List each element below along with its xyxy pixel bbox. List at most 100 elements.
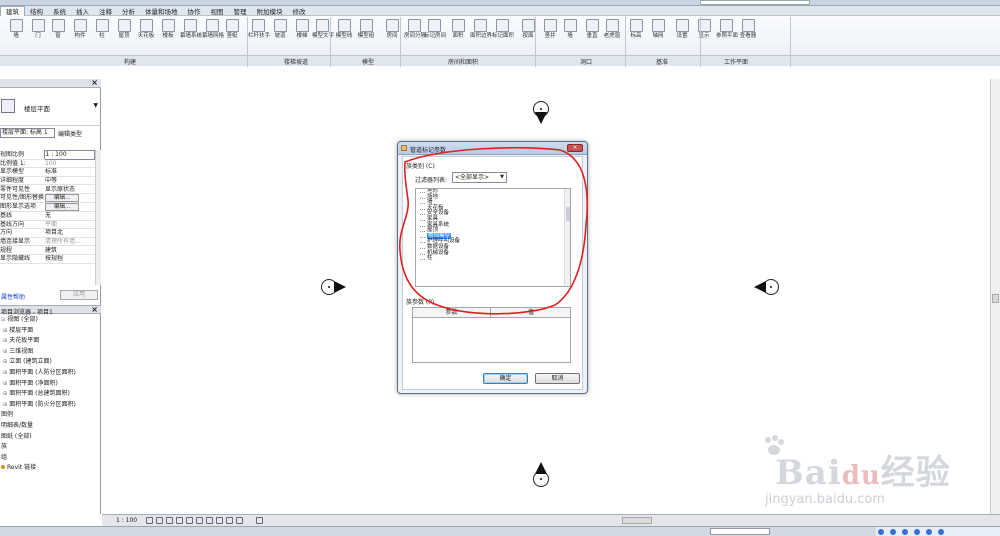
ribbon-button-21[interactable]: 面积边界 xyxy=(470,19,492,39)
filter-dropdown[interactable]: <全部显示> ▼ xyxy=(452,172,507,183)
scroll-thumb[interactable] xyxy=(992,294,999,303)
ribbon-button-29[interactable]: 轴网 xyxy=(648,19,668,39)
ribbon-button-25[interactable]: 墙 xyxy=(560,19,580,39)
ribbon-button-11[interactable]: 栏杆扶手 xyxy=(248,19,270,39)
browser-item[interactable]: 组 xyxy=(0,453,101,464)
vertical-scrollbar[interactable] xyxy=(990,79,1000,514)
browser-item[interactable]: ⊞ 三维视图 xyxy=(0,347,101,358)
properties-help-link[interactable]: 属性帮助 xyxy=(1,292,25,301)
ribbon-button-33[interactable]: 查看器 xyxy=(738,19,758,39)
cancel-button[interactable]: 取消 xyxy=(535,373,580,384)
worksharing-icon[interactable] xyxy=(256,517,263,524)
ribbon-button-27[interactable]: 老虎窗 xyxy=(602,19,622,39)
ribbon-button-20[interactable]: 面积 xyxy=(448,19,468,39)
ribbon-button-24[interactable]: 竖井 xyxy=(540,19,560,39)
sun-path-icon[interactable] xyxy=(166,517,173,524)
info-center-search[interactable] xyxy=(700,0,810,5)
expand-toggle-icon[interactable]: ⊞ xyxy=(3,370,7,376)
ribbon-button-22[interactable]: 标记面积 xyxy=(492,19,514,39)
tray-icon[interactable] xyxy=(890,529,896,535)
property-value[interactable]: 1 : 100 xyxy=(43,150,96,160)
property-value[interactable]: 无 xyxy=(44,211,95,221)
browser-item[interactable]: ⊞ 面积平面 (人防分区面积) xyxy=(0,368,101,379)
analytical-model-icon[interactable] xyxy=(236,517,243,524)
property-value[interactable]: 标准 xyxy=(44,167,95,177)
property-edit-button[interactable]: 编辑... xyxy=(45,202,80,211)
ribbon-button-26[interactable]: 垂直 xyxy=(582,19,602,39)
browser-item[interactable]: ⊞ 面积平面 (防火分区面积) xyxy=(0,400,101,411)
category-list[interactable]: 地形 场地墙天花板 安全设备 家具 家具系统 屋顶 常规模型 护理呼叫设备 数据设备 机械设备柱 xyxy=(415,188,571,287)
close-icon[interactable]: × xyxy=(567,144,583,152)
ribbon-button-6[interactable]: 天花板 xyxy=(136,19,156,39)
ribbon-button-17[interactable]: 房间 xyxy=(382,19,402,39)
property-value[interactable]: 中等 xyxy=(44,176,95,186)
browser-item[interactable]: ⊞ 面积平面 (净面积) xyxy=(0,379,101,390)
browser-item[interactable]: ⊟ 视图 (全部) xyxy=(0,315,101,326)
visual-style-icon[interactable] xyxy=(156,517,163,524)
expand-toggle-icon[interactable]: ⊞ xyxy=(3,349,7,355)
close-icon[interactable]: × xyxy=(91,78,98,87)
edit-type-button[interactable]: 编辑类型 xyxy=(58,129,82,138)
chevron-down-icon[interactable]: ▼ xyxy=(93,102,98,109)
tray-icon[interactable] xyxy=(938,529,944,535)
ok-button[interactable]: 确定 xyxy=(483,373,528,384)
lock-icon[interactable] xyxy=(206,517,213,524)
ribbon-button-30[interactable]: 设置 xyxy=(672,19,692,39)
ribbon-button-12[interactable]: 坡道 xyxy=(270,19,290,39)
tray-icon[interactable] xyxy=(926,529,932,535)
ribbon-button-0[interactable]: 墙 xyxy=(6,19,26,39)
browser-item[interactable]: ⊞ 面积平面 (总建筑面积) xyxy=(0,389,101,400)
crop-view-icon[interactable] xyxy=(186,517,193,524)
browser-item[interactable]: 明细表/数量 xyxy=(0,421,101,432)
show-crop-icon[interactable] xyxy=(196,517,203,524)
property-value[interactable]: 项目北 xyxy=(44,228,95,238)
browser-item[interactable]: 图纸 (全部) xyxy=(0,432,101,443)
ribbon-button-3[interactable]: 构件 xyxy=(70,19,90,39)
model-selector[interactable] xyxy=(710,528,770,535)
ribbon-button-2[interactable]: 窗 xyxy=(48,19,68,39)
instance-selector[interactable]: 楼层平面: 标高 1 xyxy=(0,128,55,138)
property-value[interactable]: 按规程 xyxy=(44,254,95,264)
expand-toggle-icon[interactable]: ⊞ xyxy=(3,359,7,365)
browser-item[interactable]: ⊞ 立面 (建筑立面) xyxy=(0,357,101,368)
expand-toggle-icon[interactable]: ⊟ xyxy=(1,317,5,323)
properties-scrollbar[interactable] xyxy=(95,150,101,285)
type-selector[interactable]: 楼层平面 ▼ xyxy=(0,88,101,126)
property-value[interactable]: 建筑 xyxy=(44,245,95,255)
ribbon-button-1[interactable]: 门 xyxy=(28,19,48,39)
list-scrollbar[interactable] xyxy=(564,189,570,286)
ribbon-button-28[interactable]: 标高 xyxy=(626,19,646,39)
expand-toggle-icon[interactable]: ⊞ xyxy=(3,338,7,344)
tab-0[interactable]: 建筑 xyxy=(0,6,25,16)
ribbon-button-16[interactable]: 模型组 xyxy=(356,19,376,39)
browser-item[interactable]: 族 xyxy=(0,442,101,453)
close-icon[interactable]: × xyxy=(91,305,98,314)
category-item[interactable]: 柱 xyxy=(416,255,570,262)
tray-icon[interactable] xyxy=(902,529,908,535)
ribbon-button-19[interactable]: 标记房间 xyxy=(424,19,446,39)
ime-icon[interactable] xyxy=(878,529,884,535)
expand-toggle-icon[interactable]: ⊞ xyxy=(3,391,7,397)
property-value[interactable]: 显示原状态 xyxy=(44,184,95,194)
apply-button[interactable]: 应用 xyxy=(60,290,98,300)
ribbon-button-5[interactable]: 屋顶 xyxy=(114,19,134,39)
expand-toggle-icon[interactable]: ⊞ xyxy=(3,381,7,387)
expand-toggle-icon[interactable]: ⊞ xyxy=(3,402,7,408)
browser-item[interactable]: ⊞ 天花板平面 xyxy=(0,336,101,347)
ribbon-button-4[interactable]: 柱 xyxy=(92,19,112,39)
ribbon-button-7[interactable]: 楼板 xyxy=(158,19,178,39)
ribbon-button-10[interactable]: 竖梃 xyxy=(222,19,242,39)
property-value[interactable]: 编辑... xyxy=(44,202,95,212)
ribbon-button-32[interactable]: 参照平面 xyxy=(716,19,738,39)
ribbon-button-18[interactable]: 房间分隔 xyxy=(404,19,426,39)
detail-level-icon[interactable] xyxy=(146,517,153,524)
view-scale[interactable]: 1 : 100 xyxy=(116,517,137,524)
ribbon-button-15[interactable]: 模型线 xyxy=(334,19,354,39)
ribbon-button-9[interactable]: 幕墙网格 xyxy=(202,19,224,39)
ribbon-button-14[interactable]: 模型文字 xyxy=(312,19,334,39)
ribbon-button-31[interactable]: 显示 xyxy=(694,19,714,39)
browser-item[interactable]: Revit 链接 xyxy=(0,463,101,474)
hide-isolate-icon[interactable] xyxy=(216,517,223,524)
ribbon-button-8[interactable]: 幕墙系统 xyxy=(180,19,202,39)
browser-item[interactable]: 图例 xyxy=(0,410,101,421)
